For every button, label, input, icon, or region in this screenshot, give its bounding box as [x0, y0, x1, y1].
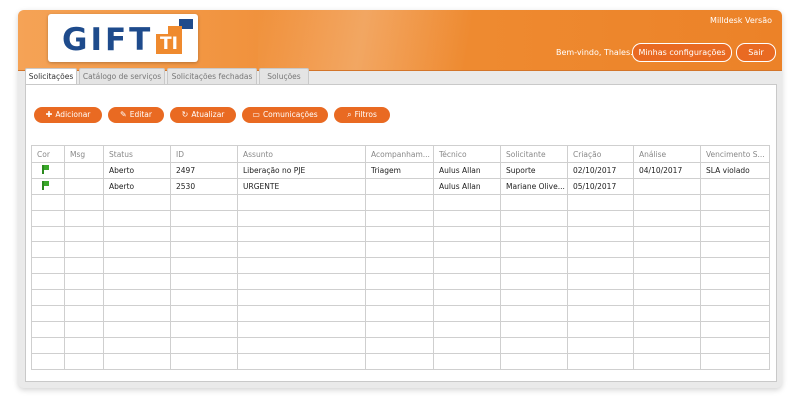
header-decoration — [258, 10, 518, 70]
row-id: 2497 — [170, 162, 238, 179]
row-analise — [633, 177, 701, 195]
pencil-icon: ✎ — [120, 110, 127, 119]
column-header-id[interactable]: ID — [170, 145, 238, 163]
tab-content: ✚ Adicionar ✎ Editar ↻ Atualizar ▭ Comunicaç… — [25, 84, 777, 382]
table-header-row: Cor Msg Status ID Assunto Acompanham... … — [31, 145, 770, 163]
edit-button[interactable]: ✎ Editar — [108, 107, 164, 123]
row-assunto: Liberação no PJE — [237, 162, 366, 179]
tab-solucoes[interactable]: Soluções — [259, 68, 309, 84]
row-acompanhamento — [365, 177, 434, 195]
row-tecnico: Aulus Allan — [433, 162, 501, 179]
column-header-analise[interactable]: Análise — [633, 145, 701, 163]
empty-row — [31, 352, 770, 370]
add-button[interactable]: ✚ Adicionar — [34, 107, 102, 123]
empty-row — [31, 305, 770, 322]
row-flag-cell — [31, 162, 65, 179]
column-header-tecnico[interactable]: Técnico — [433, 145, 501, 163]
column-header-vencimento[interactable]: Vencimento S... — [700, 145, 770, 163]
table-row[interactable]: Aberto 2530 URGENTE Aulus Allan Mariane … — [31, 177, 770, 195]
filters-button-label: Filtros — [354, 110, 377, 119]
empty-row — [31, 273, 770, 291]
app-window: GIFT TI Milldesk Versão Bem-vindo, Thale… — [18, 10, 782, 388]
row-analise: 04/10/2017 — [633, 162, 701, 179]
column-header-msg[interactable]: Msg — [64, 145, 104, 163]
logo-suffix: TI — [156, 34, 182, 54]
table-body: Aberto 2497 Liberação no PJE Triagem Aul… — [31, 162, 770, 370]
row-criacao: 02/10/2017 — [567, 162, 634, 179]
my-settings-button[interactable]: Minhas configurações — [632, 43, 732, 62]
refresh-button-label: Atualizar — [191, 110, 225, 119]
empty-row — [31, 336, 770, 354]
row-flag-cell — [31, 177, 65, 195]
green-flag-icon — [42, 180, 50, 190]
empty-row — [31, 193, 770, 211]
refresh-button[interactable]: ↻ Atualizar — [170, 107, 236, 123]
empty-row — [31, 225, 770, 243]
refresh-icon: ↻ — [181, 110, 189, 119]
empty-row — [31, 320, 770, 338]
row-vencimento: SLA violado — [700, 162, 770, 179]
logo-text: GIFT — [62, 22, 154, 58]
column-header-cor[interactable]: Cor — [31, 145, 65, 163]
row-vencimento — [700, 177, 770, 195]
empty-row — [31, 257, 770, 275]
add-button-label: Adicionar — [55, 110, 91, 119]
empty-row — [31, 241, 770, 259]
communications-button-label: Comunicações — [262, 110, 318, 119]
row-msg — [64, 177, 104, 195]
logout-button[interactable]: Sair — [736, 43, 776, 62]
column-header-acompanhamento[interactable]: Acompanham... — [365, 145, 434, 163]
column-header-assunto[interactable]: Assunto — [237, 145, 366, 163]
row-solicitante: Suporte — [500, 162, 568, 179]
requests-table: Cor Msg Status ID Assunto Acompanham... … — [31, 145, 770, 370]
tab-solicitacoes[interactable]: Solicitações — [25, 68, 77, 85]
communications-button[interactable]: ▭ Comunicações — [242, 107, 328, 123]
row-status: Aberto — [103, 162, 171, 179]
row-assunto: URGENTE — [237, 177, 366, 195]
row-tecnico: Aulus Allan — [433, 177, 501, 195]
column-header-status[interactable]: Status — [103, 145, 171, 163]
row-criacao: 05/10/2017 — [567, 177, 634, 195]
app-version: Milldesk Versão — [710, 16, 772, 25]
logo: GIFT TI — [48, 14, 198, 62]
app-header: GIFT TI Milldesk Versão Bem-vindo, Thale… — [18, 10, 782, 71]
green-flag-icon — [42, 164, 50, 174]
column-header-criacao[interactable]: Criação — [567, 145, 634, 163]
tab-solicitacoes-fechadas[interactable]: Solicitações fechadas — [167, 68, 257, 84]
table-row[interactable]: Aberto 2497 Liberação no PJE Triagem Aul… — [31, 162, 770, 179]
row-id: 2530 — [170, 177, 238, 195]
column-header-solicitante[interactable]: Solicitante — [500, 145, 568, 163]
tab-catalogo-servicos[interactable]: Catálogo de serviços — [79, 68, 165, 84]
row-msg — [64, 162, 104, 179]
filters-button[interactable]: ⌕ Filtros — [334, 107, 390, 123]
row-status: Aberto — [103, 177, 171, 195]
plus-icon: ✚ — [45, 110, 53, 119]
welcome-text: Bem-vindo, Thales. — [556, 48, 633, 57]
empty-row — [31, 289, 770, 307]
search-icon: ⌕ — [347, 110, 352, 119]
row-solicitante: Mariane Olive... — [500, 177, 568, 195]
row-acompanhamento: Triagem — [365, 162, 434, 179]
chat-icon: ▭ — [252, 110, 260, 119]
edit-button-label: Editar — [129, 110, 152, 119]
empty-row — [31, 209, 770, 227]
